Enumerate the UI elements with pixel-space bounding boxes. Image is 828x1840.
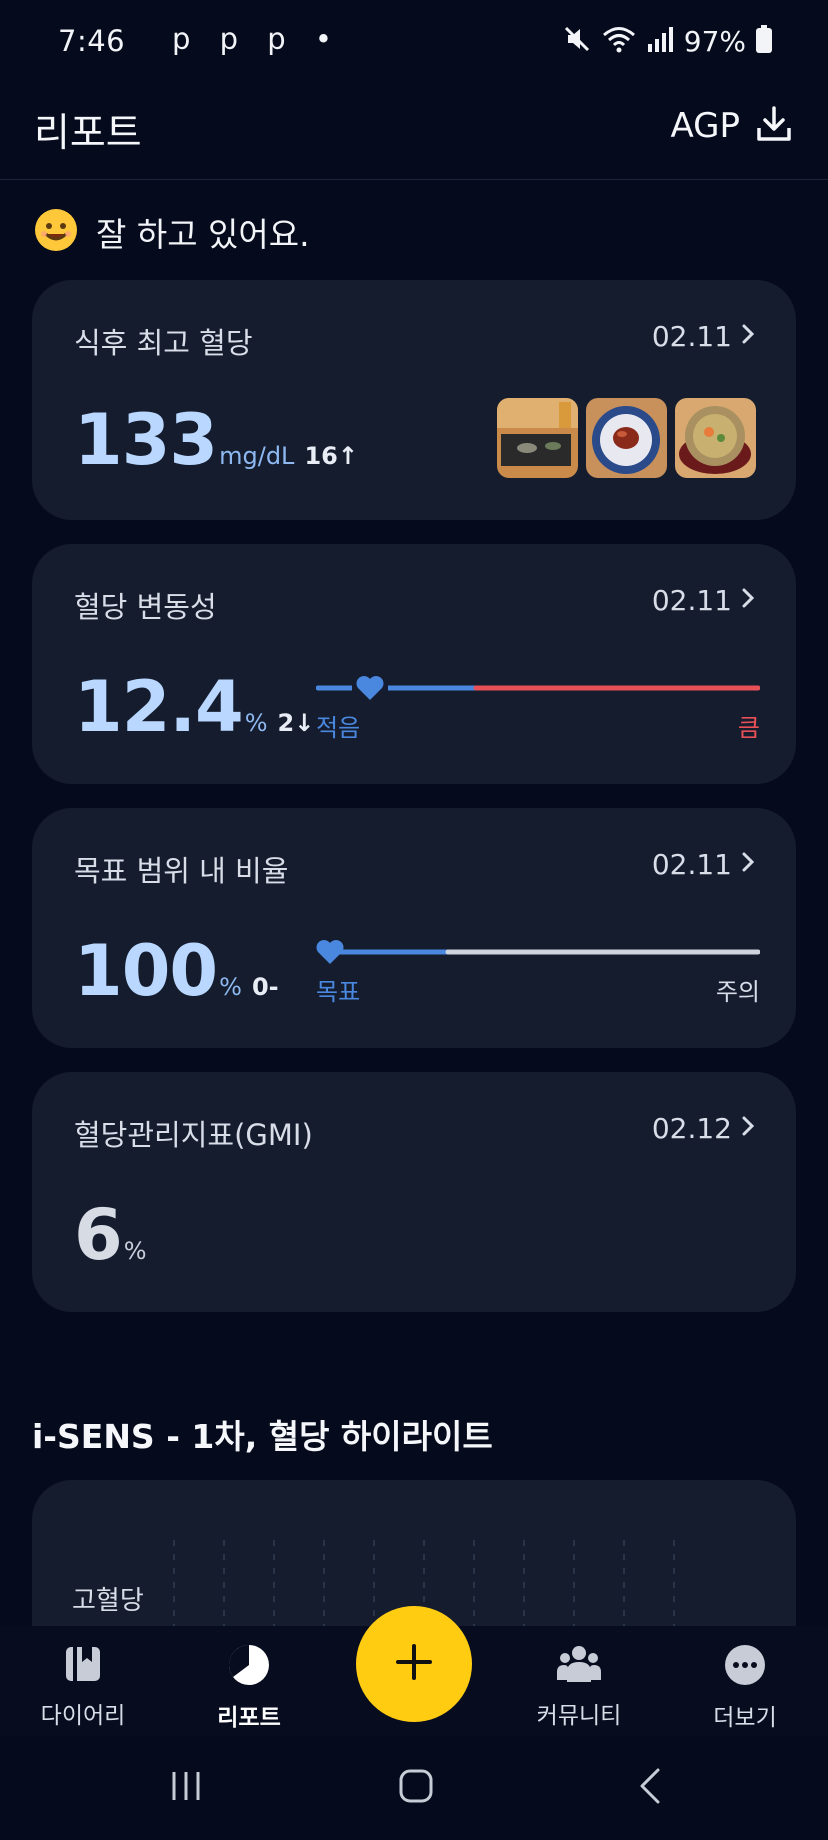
card-date-text: 02.11 (651, 848, 732, 881)
tir-value: 100 (74, 930, 218, 1012)
peak-delta: 16↑ (304, 442, 358, 470)
peak-value: 133 (74, 399, 218, 481)
home-icon (399, 1769, 433, 1807)
battery-percent: 97% (683, 24, 746, 58)
highlight-section-title: i-SENS - 1차, 혈당 하이라이트 (32, 1417, 493, 1456)
variability-scale: 적음 큼 (315, 670, 761, 743)
post-meal-peak-card[interactable]: 식후 최고 혈당 02.11 133 mg/dL 16↑ (32, 280, 796, 520)
greeting: 잘 하고 있어요. (34, 208, 310, 256)
page-title: 리포트 (34, 111, 142, 156)
card-date: 02.11 (652, 848, 756, 881)
card-date: 02.11 (652, 584, 756, 617)
scale-high-label: 큼 (737, 714, 760, 742)
card-date-text: 02.11 (651, 584, 732, 617)
status-time: 7:46 (58, 24, 126, 58)
high-glucose-label: 고혈당 (72, 1586, 144, 1616)
add-entry-fab-button[interactable] (356, 1606, 472, 1722)
meal-photo[interactable] (497, 398, 578, 478)
system-navigation (0, 1736, 828, 1840)
nav-community[interactable]: 커뮤니티 (514, 1644, 644, 1730)
card-date: 02.11 (652, 320, 756, 353)
glucose-variability-card[interactable]: 혈당 변동성 02.11 12.4 % 2↓ 적음 큼 (32, 544, 796, 784)
nav-label: 커뮤니티 (536, 1703, 622, 1729)
tir-scale: 목표 주의 (316, 934, 761, 1007)
agp-label: AGP (670, 106, 740, 146)
nav-label: 리포트 (217, 1705, 281, 1731)
card-label: 목표 범위 내 비율 (74, 854, 289, 888)
variability-delta: 2↓ (277, 709, 315, 737)
signal-icon (646, 24, 674, 58)
more-dots-icon (724, 1644, 766, 1690)
battery-icon (756, 25, 772, 57)
back-button[interactable] (620, 1764, 680, 1812)
value-row: 12.4 % 2↓ (74, 672, 314, 742)
variability-scale-bar (315, 676, 761, 700)
chevron-right-icon (740, 320, 756, 353)
value-row: 133 mg/dL 16↑ (74, 405, 358, 475)
scale-labels: 적음 큼 (316, 708, 760, 743)
nav-label: 다이어리 (40, 1703, 126, 1729)
gmi-unit: % (123, 1237, 147, 1265)
download-icon (754, 104, 794, 148)
app-header: 리포트 AGP (0, 82, 828, 180)
tir-delta: 0- (251, 973, 279, 1001)
card-label: 식후 최고 혈당 (74, 326, 253, 360)
smile-emoji-icon (34, 208, 78, 256)
status-bar: 7:46 p p p • 97% (0, 0, 828, 82)
heart-marker-icon (356, 676, 384, 700)
variability-unit: % (244, 709, 268, 737)
recent-apps-icon (169, 1770, 203, 1806)
wifi-icon (602, 24, 636, 58)
meal-photo[interactable] (586, 398, 667, 478)
back-chevron-icon (638, 1768, 662, 1808)
variability-value: 12.4 (74, 666, 244, 748)
scale-low-label: 목표 (316, 978, 361, 1006)
card-date: 02.12 (652, 1112, 756, 1145)
plus-icon (394, 1642, 434, 1686)
card-label: 혈당관리지표(GMI) (74, 1118, 313, 1152)
people-icon (556, 1644, 602, 1688)
nav-more[interactable]: 더보기 (680, 1644, 810, 1732)
chevron-right-icon (740, 1112, 756, 1145)
scale-labels: 목표 주의 (316, 972, 760, 1007)
value-row: 100 % 0- (74, 936, 279, 1006)
report-pie-icon (228, 1644, 270, 1690)
card-label: 혈당 변동성 (74, 590, 217, 624)
card-date-text: 02.12 (651, 1112, 732, 1145)
home-button[interactable] (386, 1764, 446, 1812)
status-icons: 97% (562, 24, 772, 58)
chevron-right-icon (740, 848, 756, 881)
chevron-right-icon (740, 584, 756, 617)
time-in-range-card[interactable]: 목표 범위 내 비율 02.11 100 % 0- 목표 주의 (32, 808, 796, 1048)
mute-icon (562, 24, 592, 58)
heart-marker-icon (316, 940, 344, 964)
scale-high-label: 주의 (715, 978, 760, 1006)
peak-unit: mg/dL (219, 442, 295, 470)
nav-report[interactable]: 리포트 (184, 1644, 314, 1732)
meal-thumbnails (497, 398, 756, 478)
card-date-text: 02.11 (651, 320, 732, 353)
nav-diary[interactable]: 다이어리 (18, 1644, 148, 1730)
recent-apps-button[interactable] (156, 1764, 216, 1812)
nav-label: 더보기 (713, 1705, 777, 1731)
tir-unit: % (219, 973, 242, 1001)
value-row: 6 % (74, 1200, 147, 1270)
notification-icons: p p p • (172, 22, 342, 56)
diary-book-icon (63, 1644, 103, 1688)
agp-download-button[interactable]: AGP (670, 104, 794, 148)
greeting-text: 잘 하고 있어요. (96, 215, 310, 254)
tir-scale-bar (316, 940, 761, 964)
gmi-card[interactable]: 혈당관리지표(GMI) 02.12 6 % (32, 1072, 796, 1312)
gmi-value: 6 (74, 1194, 123, 1276)
scale-low-label: 적음 (316, 714, 361, 742)
meal-photo[interactable] (675, 398, 756, 478)
